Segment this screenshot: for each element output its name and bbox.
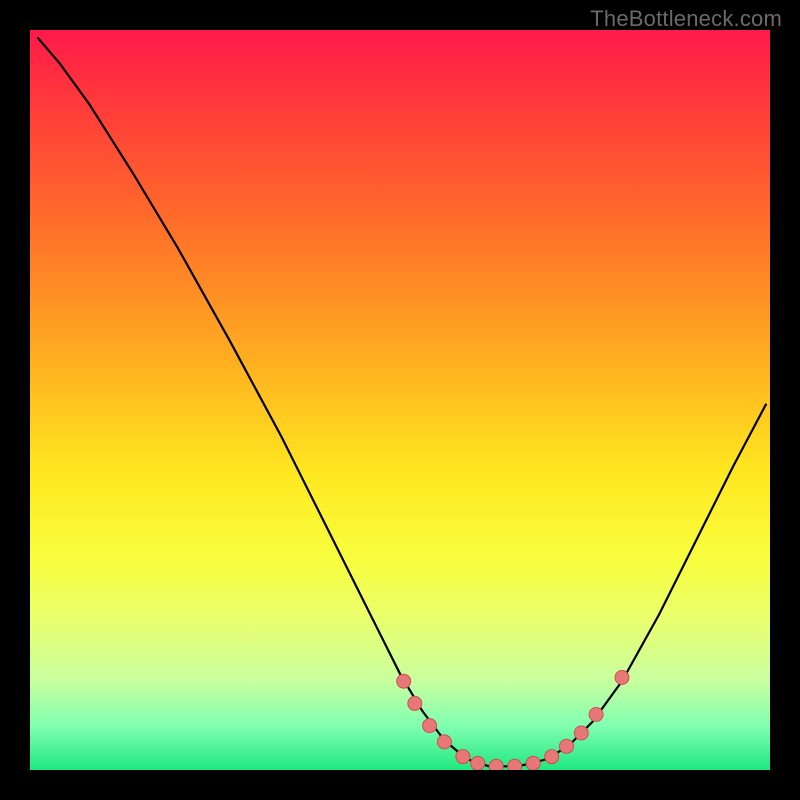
chart-frame: TheBottleneck.com (0, 0, 800, 800)
curve-marker (526, 756, 540, 770)
curve-marker (397, 674, 411, 688)
curve-marker (456, 750, 470, 764)
curve-marker (489, 759, 503, 770)
curve-marker (560, 739, 574, 753)
curve-marker (574, 726, 588, 740)
bottleneck-curve (37, 37, 766, 766)
curve-marker (437, 735, 451, 749)
curve-marker (408, 696, 422, 710)
curve-marker (615, 671, 629, 685)
curve-marker (589, 708, 603, 722)
curve-marker (423, 719, 437, 733)
curve-marker (508, 759, 522, 770)
curve-markers (397, 671, 629, 771)
curve-layer (30, 30, 770, 770)
curve-marker (545, 750, 559, 764)
curve-marker (471, 756, 485, 770)
plot-area (30, 30, 770, 770)
watermark-text: TheBottleneck.com (590, 6, 782, 32)
